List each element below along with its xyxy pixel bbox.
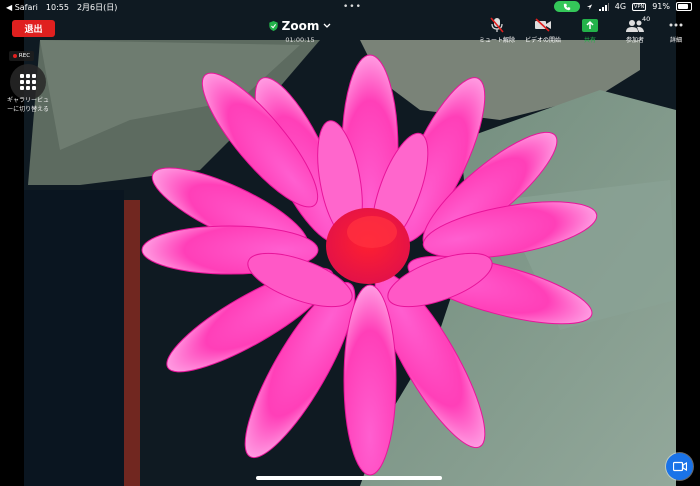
leave-meeting-button[interactable]: 退出 (12, 20, 55, 37)
active-call-pill[interactable] (553, 1, 580, 12)
meeting-title: Zoom (281, 19, 320, 33)
video-feed (0, 0, 700, 486)
share-label: 共有 (583, 37, 596, 44)
participants-count: 40 (642, 15, 651, 23)
microphone-muted-icon (490, 17, 504, 33)
rec-label: REC (18, 53, 31, 59)
shield-icon (268, 21, 278, 31)
unmute-label: ミュート解除 (478, 37, 515, 44)
home-indicator[interactable] (256, 476, 442, 480)
chevron-down-icon (323, 23, 331, 28)
status-time: 10:55 (45, 3, 69, 12)
back-to-safari-link[interactable]: ◀ Safari (6, 3, 38, 12)
status-bar: ◀ Safari 10:55 2月6日(日) ••• 4G VPN 91% (0, 0, 700, 14)
share-screen-button[interactable]: 共有 (565, 17, 615, 44)
start-video-label: ビデオの開始 (524, 37, 561, 44)
battery-percent: 91% (652, 2, 670, 11)
camera-icon (672, 461, 687, 472)
start-video-button[interactable]: ビデオの開始 (518, 17, 568, 44)
video-image (0, 0, 700, 486)
chat-button[interactable] (666, 453, 693, 480)
meeting-title-area[interactable]: Zoom 01:00:15 (245, 19, 355, 44)
signal-icon (598, 2, 609, 11)
share-arrow-icon (582, 18, 598, 32)
network-type: 4G (614, 2, 627, 11)
meeting-timer: 01:00:15 (285, 36, 315, 44)
gallery-view-label: ギャラリービューに切り替える (6, 97, 49, 113)
more-dots-icon (669, 23, 683, 27)
status-date: 2月6日(日) (76, 3, 118, 12)
record-dot-icon (12, 54, 17, 58)
recording-indicator: REC (9, 51, 34, 61)
grid-icon (20, 74, 36, 90)
phone-icon (563, 3, 570, 10)
multitask-dots[interactable]: ••• (343, 2, 362, 12)
unmute-button[interactable]: ミュート解除 (472, 17, 522, 44)
more-details-button[interactable]: 詳細 (651, 17, 700, 44)
location-icon (586, 3, 592, 10)
vpn-badge: VPN (632, 2, 647, 11)
video-camera-off-icon (535, 18, 551, 32)
participants-label: 参加者 (625, 37, 644, 44)
battery-icon (676, 2, 692, 11)
gallery-view-button[interactable] (10, 64, 46, 100)
details-label: 詳細 (669, 37, 682, 44)
